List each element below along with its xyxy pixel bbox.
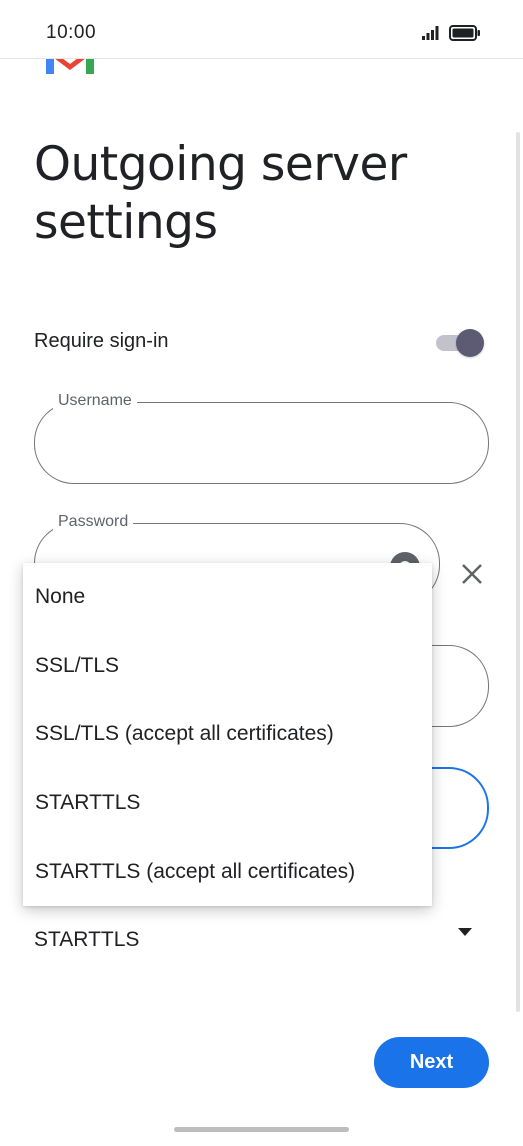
battery-icon bbox=[449, 25, 480, 41]
toggle-thumb bbox=[456, 329, 484, 357]
security-type-menu: None SSL/TLS SSL/TLS (accept all certifi… bbox=[23, 563, 432, 906]
menu-item-none[interactable]: None bbox=[23, 563, 432, 632]
security-type-value[interactable]: STARTTLS bbox=[34, 928, 139, 952]
menu-item-ssl-tls[interactable]: SSL/TLS bbox=[23, 632, 432, 701]
menu-item-ssl-tls-accept-all[interactable]: SSL/TLS (accept all certificates) bbox=[23, 700, 432, 769]
outgoing-server-settings-screen: 10:00 Outgoing server settings Require s… bbox=[0, 0, 523, 1146]
page-title: Outgoing server settings bbox=[34, 137, 407, 250]
chevron-down-icon[interactable] bbox=[458, 928, 472, 936]
username-label: Username bbox=[53, 392, 137, 410]
password-label: Password bbox=[53, 513, 134, 531]
home-indicator[interactable] bbox=[174, 1127, 349, 1132]
require-signin-label: Require sign-in bbox=[34, 330, 169, 352]
require-signin-toggle[interactable] bbox=[436, 329, 484, 357]
status-bar: 10:00 bbox=[0, 0, 523, 59]
next-button[interactable]: Next bbox=[374, 1037, 489, 1088]
menu-item-starttls-accept-all[interactable]: STARTTLS (accept all certificates) bbox=[23, 837, 432, 906]
status-icons bbox=[422, 25, 481, 41]
scrollbar[interactable] bbox=[516, 132, 520, 1012]
username-field[interactable]: Username bbox=[34, 392, 489, 484]
menu-item-starttls[interactable]: STARTTLS bbox=[23, 769, 432, 838]
close-icon[interactable] bbox=[460, 562, 484, 586]
status-time: 10:00 bbox=[46, 22, 97, 43]
signal-icon bbox=[422, 26, 439, 40]
